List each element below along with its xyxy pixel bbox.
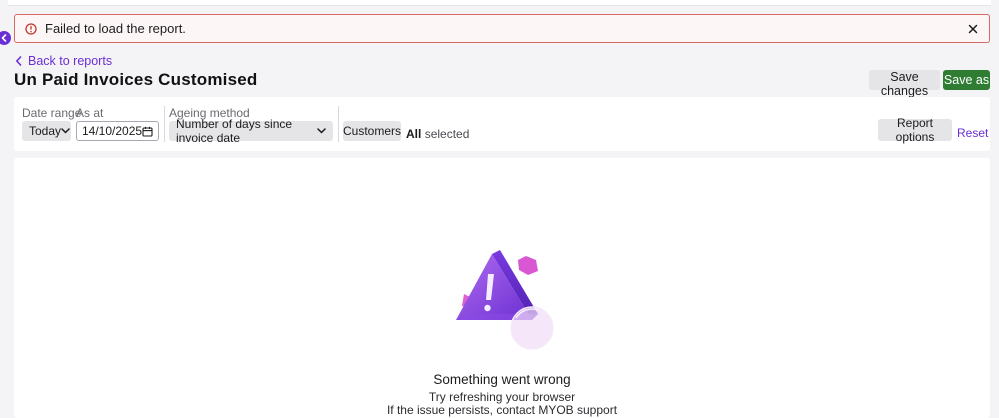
error-icon xyxy=(25,22,37,35)
customers-selected-suffix: selected xyxy=(424,127,470,141)
save-as-button[interactable]: Save as xyxy=(943,70,990,90)
ageing-method-select[interactable]: Number of days since invoice date xyxy=(169,117,333,145)
close-icon[interactable] xyxy=(967,23,979,35)
filter-bar: Date range Today As at 14/10/2025 Ageing… xyxy=(14,97,990,151)
error-title: Something went wrong xyxy=(433,372,571,387)
filter-divider xyxy=(338,106,339,142)
chevron-down-icon xyxy=(61,128,70,134)
filter-divider xyxy=(164,106,165,142)
as-at-label: As at xyxy=(76,106,104,120)
alert-message: Failed to load the report. xyxy=(45,21,186,36)
customers-selected-count: All xyxy=(406,127,422,141)
top-strip xyxy=(8,0,991,6)
warning-illustration xyxy=(442,248,558,358)
as-at-value: 14/10/2025 xyxy=(82,124,143,138)
report-page: Failed to load the report. Back to repor… xyxy=(0,0,999,418)
customers-button[interactable]: Customers xyxy=(343,121,401,141)
as-at-date-input[interactable]: 14/10/2025 xyxy=(76,121,159,141)
customers-button-label: Customers xyxy=(343,124,402,138)
report-options-button[interactable]: Report options xyxy=(878,116,952,144)
report-content: Something went wrong Try refreshing your… xyxy=(14,158,990,418)
back-link-label: Back to reports xyxy=(28,54,113,68)
save-changes-button[interactable]: Save changes xyxy=(869,70,940,98)
chevron-left-icon xyxy=(1,34,7,42)
calendar-icon[interactable] xyxy=(142,126,153,137)
reset-link[interactable]: Reset xyxy=(957,126,988,140)
error-message-line-1: Try refreshing your browser xyxy=(428,390,576,404)
chevron-down-icon xyxy=(317,128,326,134)
error-message-line-2: If the issue persists, contact MYOB supp… xyxy=(386,403,618,417)
chevron-left-icon xyxy=(16,56,22,66)
date-range-value: Today xyxy=(29,124,62,138)
date-range-label: Date range xyxy=(22,106,82,120)
error-alert: Failed to load the report. xyxy=(14,14,990,43)
sidebar-collapse-button[interactable] xyxy=(0,31,11,45)
date-range-select[interactable]: Today xyxy=(22,121,71,141)
page-title: Un Paid Invoices Customised xyxy=(14,70,258,89)
ageing-method-value: Number of days since invoice date xyxy=(176,117,293,145)
back-to-reports-link[interactable]: Back to reports xyxy=(15,54,112,68)
customers-selected-summary: All selected xyxy=(406,127,469,141)
